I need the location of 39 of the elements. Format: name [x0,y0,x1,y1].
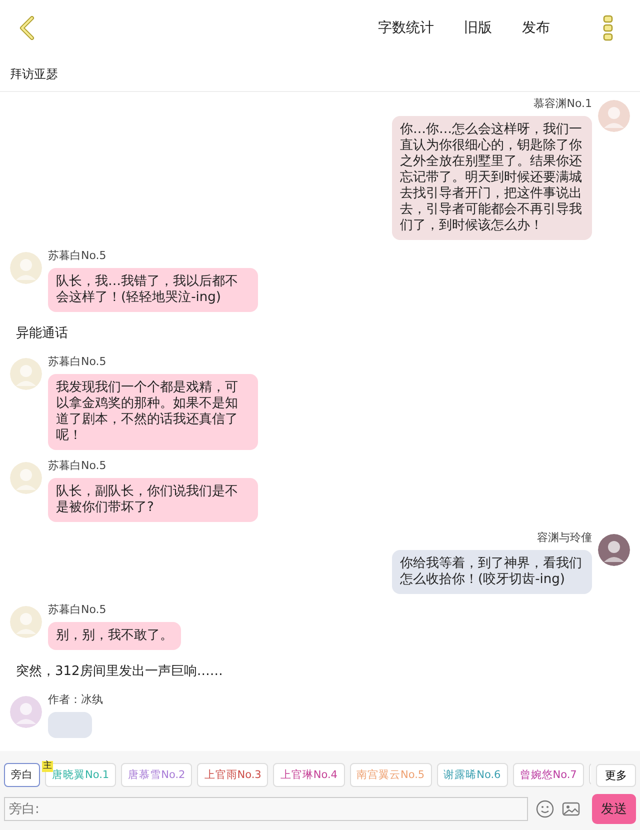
message-bubble: 你给我等着，到了神界，看我们怎么收拾你！(咬牙切齿-ing) [392,550,592,594]
avatar [10,606,42,638]
sender-name: 苏暮白No.5 [48,354,108,369]
header-action[interactable]: 发布 [522,19,550,37]
role-chip[interactable]: 上官雨No.3 [197,763,268,787]
message-bubble: 别，别，我不敢了。 [48,622,181,650]
sender-name: 容渊与玲僮 [537,530,592,545]
sender-name: 慕容渊No.1 [534,96,592,111]
avatar [10,696,42,728]
send-button[interactable]: 发送 [592,794,636,824]
input-field[interactable]: 旁白: [4,797,528,821]
avatar [598,534,630,566]
role-chip[interactable]: 旁白 [4,763,40,787]
lead-badge: 主 [42,761,53,772]
role-chip[interactable]: 上官琳No.4 [273,763,344,787]
sender-name: 苏暮白No.5 [48,248,108,263]
more-button[interactable]: 更多 [596,764,636,787]
avatar [10,358,42,390]
narration-text: 异能通话 [15,325,69,343]
narration-text: 突然，312房间里发出一声巨响…… [15,663,224,681]
message-bubble: 你…你…怎么会这样呀，我们一直认为你很细心的，钥匙除了你之外全放在别墅里了。结果你还忘记带了。明天到时候还要满城去找引导者开门，把这件事说出去，引导者可能都会不再引导我们了，到时候该怎么办！ [392,116,592,240]
avatar [598,100,630,132]
sender-name: 苏暮白No.5 [48,602,108,617]
avatar [10,462,42,494]
avatar [10,252,42,284]
emoji-icon[interactable] [536,800,554,818]
more-icon[interactable] [602,15,614,41]
message-bubble: 队长，我…我错了，我以后都不会这样了！(轻轻地哭泣-ing) [48,268,258,312]
image-icon[interactable] [562,800,580,818]
header-action[interactable]: 字数统计 [378,19,434,37]
message-bubble: 我发现我们一个个都是戏精，可以拿金鸡奖的那种。如果不是知道了剧本，不然的话我还真信了呢！ [48,374,258,450]
role-chip[interactable]: 谢露晞No.6 [436,763,508,787]
sender-name: 苏暮白No.5 [48,458,108,473]
message-bubble: 队长，副队长，你们说我们是不是被你们带坏了? [48,478,258,522]
role-chip[interactable]: 唐慕雪No.2 [121,763,192,787]
header-action[interactable]: 旧版 [464,19,492,37]
role-chip[interactable]: 曾婉悠No.7 [512,763,584,787]
chapter-title: 拜访亚瑟 [0,56,640,92]
sender-name: 作者：冰纨 [48,692,103,707]
